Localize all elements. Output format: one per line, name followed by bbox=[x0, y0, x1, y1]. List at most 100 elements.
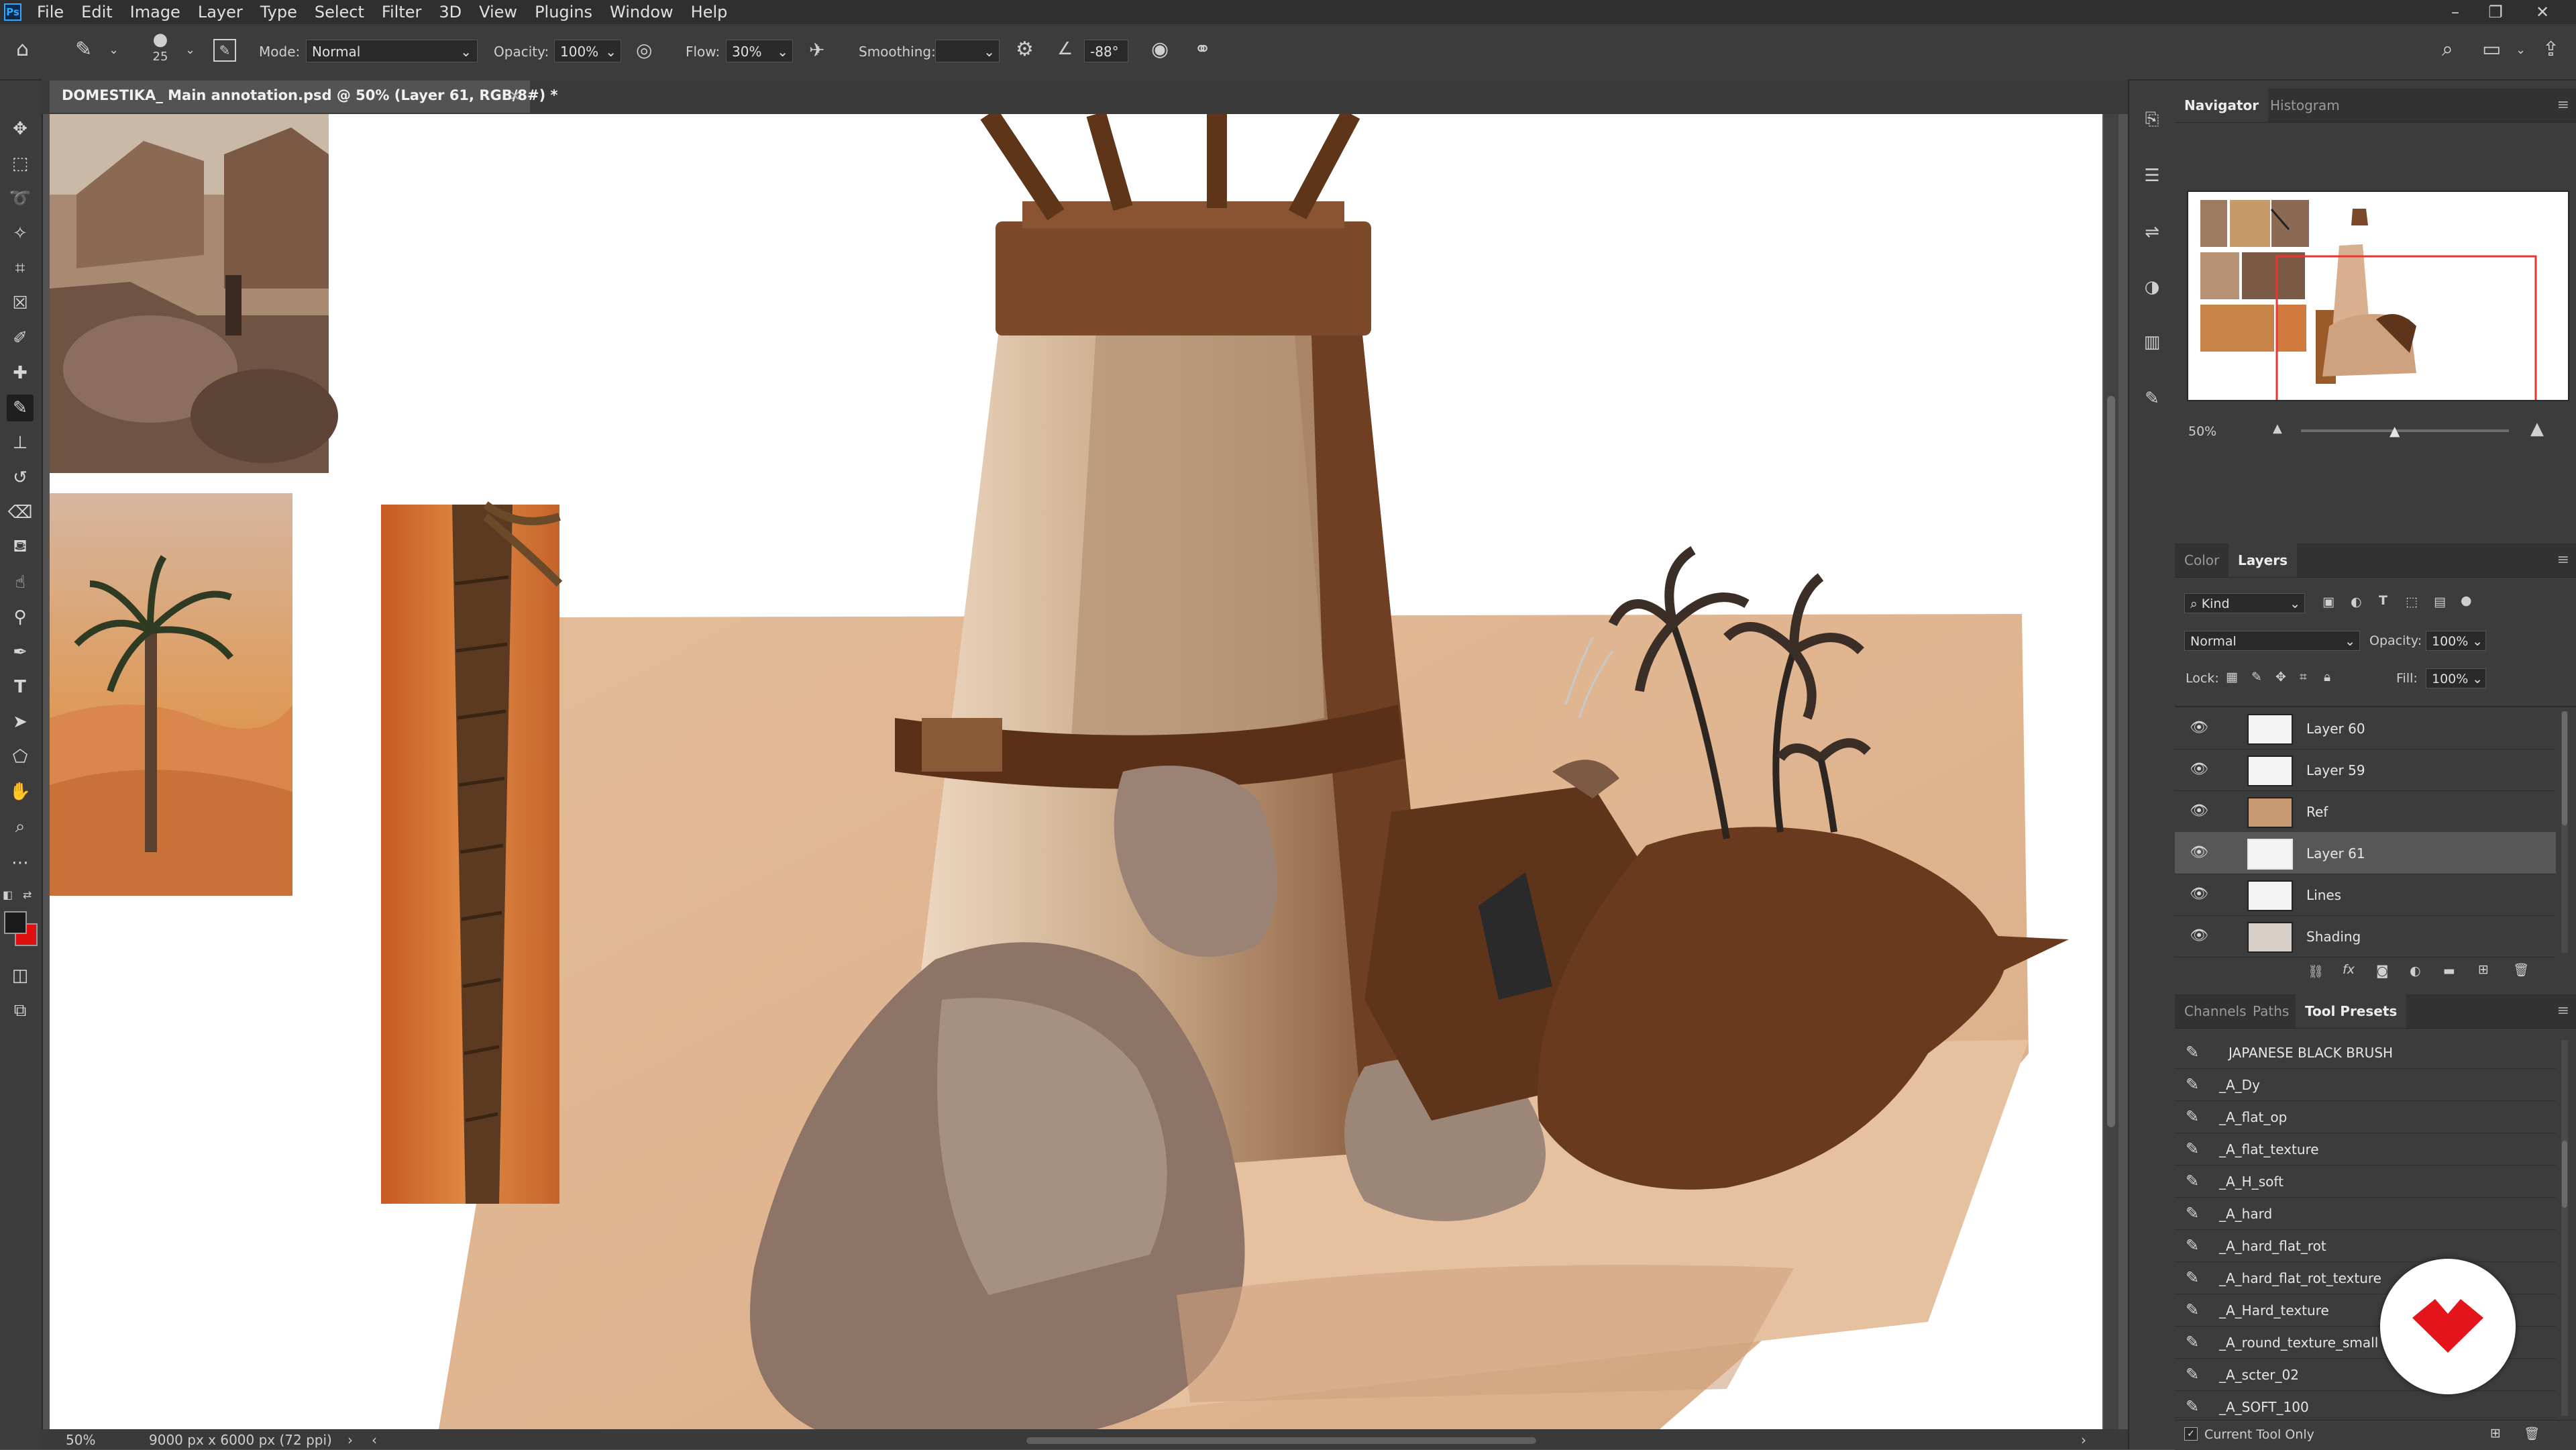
brush-settings-panel-icon[interactable]: ✎ bbox=[213, 39, 236, 62]
lock-artboard-icon[interactable]: ⌗ bbox=[2300, 670, 2307, 684]
brush-angle-input[interactable]: -88° bbox=[1084, 40, 1128, 62]
close-window-button[interactable]: ✕ bbox=[2522, 0, 2563, 24]
minimize-button[interactable]: – bbox=[2435, 0, 2475, 24]
move-tool-icon[interactable]: ✥ bbox=[7, 115, 34, 142]
tool-preset-item[interactable]: ✎ _A_hard bbox=[2175, 1197, 2556, 1230]
type-tool-icon[interactable]: T bbox=[7, 674, 34, 701]
tool-preset-item[interactable]: ✎ _A_SOFT_100 bbox=[2175, 1390, 2556, 1418]
brush-size-picker[interactable]: ● 25 bbox=[149, 30, 172, 74]
menu-filter[interactable]: Filter bbox=[373, 3, 430, 21]
zoom-out-icon[interactable]: ▲ bbox=[2273, 421, 2282, 435]
layer-opacity-input[interactable]: 100% ⌄ bbox=[2426, 631, 2486, 651]
new-layer-icon[interactable]: ⊞ bbox=[2478, 962, 2489, 977]
eraser-tool-icon[interactable]: ⌫ bbox=[7, 499, 34, 526]
opacity-input[interactable]: 100% ⌄ bbox=[554, 40, 621, 62]
visibility-eye-icon[interactable]: 👁︎ bbox=[2190, 802, 2208, 819]
tab-color[interactable]: Color bbox=[2175, 543, 2229, 577]
layer-filter-select[interactable]: ⌕ Kind ⌄ bbox=[2184, 593, 2305, 613]
shape-tool-icon[interactable]: ⬠ bbox=[7, 743, 34, 770]
layers-scroll-thumb[interactable] bbox=[2562, 711, 2567, 825]
menu-plugins[interactable]: Plugins bbox=[526, 3, 601, 21]
filter-type-icon[interactable]: T bbox=[2379, 593, 2387, 608]
layer-name[interactable]: Ref bbox=[2306, 804, 2328, 820]
reference-photo-palm-trunk[interactable] bbox=[381, 501, 563, 1204]
delete-preset-icon[interactable]: 🗑︎ bbox=[2524, 1426, 2540, 1441]
chevron-down-icon[interactable]: ⌄ bbox=[2516, 43, 2526, 57]
menu-image[interactable]: Image bbox=[121, 3, 189, 21]
lock-all-icon[interactable]: 🔒︎ bbox=[2324, 670, 2330, 684]
history-panel-icon[interactable]: ⎘ bbox=[2140, 107, 2164, 132]
lock-position-icon[interactable]: ✥ bbox=[2275, 670, 2286, 684]
horizontal-scrollbar[interactable] bbox=[356, 1433, 2100, 1447]
menu-view[interactable]: View bbox=[470, 3, 526, 21]
visibility-eye-icon[interactable]: 👁︎ bbox=[2190, 927, 2208, 944]
share-icon[interactable]: ⇪ bbox=[2542, 38, 2559, 61]
healing-brush-tool-icon[interactable]: ✚ bbox=[7, 360, 34, 386]
airbrush-icon[interactable]: ✈ bbox=[809, 39, 824, 61]
adjustment-icon[interactable]: ◐ bbox=[2410, 964, 2421, 978]
new-preset-icon[interactable]: ⊞ bbox=[2490, 1426, 2501, 1441]
tool-preset-item[interactable]: ✎ _A_hard_flat_rot bbox=[2175, 1229, 2556, 1262]
menu-help[interactable]: Help bbox=[682, 3, 737, 21]
home-icon[interactable]: ⌂ bbox=[16, 38, 29, 61]
tab-histogram[interactable]: Histogram bbox=[2261, 89, 2349, 122]
mask-icon[interactable]: ◙ bbox=[2376, 964, 2388, 978]
mode-select[interactable]: Normal ⌄ bbox=[306, 40, 478, 62]
layer-name[interactable]: Layer 59 bbox=[2306, 762, 2365, 778]
restore-button[interactable]: ❐ bbox=[2475, 0, 2516, 24]
layer-row[interactable]: 👁︎ Layer 60 bbox=[2175, 707, 2556, 749]
vertical-scroll-thumb[interactable] bbox=[2107, 396, 2115, 1127]
tool-preset-item[interactable]: ✎ _A_Dy bbox=[2175, 1068, 2556, 1101]
panel-menu-icon[interactable]: ≡ bbox=[2557, 1002, 2569, 1019]
layer-name[interactable]: Shading bbox=[2306, 929, 2361, 945]
filter-shape-icon[interactable]: ⬚ bbox=[2406, 594, 2418, 609]
document-canvas[interactable] bbox=[50, 114, 2102, 1429]
history-brush-tool-icon[interactable]: ↺ bbox=[7, 464, 34, 491]
menu-edit[interactable]: Edit bbox=[72, 3, 121, 21]
more-tools-icon[interactable]: ⋯ bbox=[7, 849, 34, 876]
brush-tool-icon[interactable]: ✎ bbox=[7, 395, 34, 421]
menu-select[interactable]: Select bbox=[306, 3, 373, 21]
color-wheel-panel-icon[interactable]: ◑ bbox=[2140, 275, 2164, 299]
zoom-tool-icon[interactable]: ⌕ bbox=[7, 813, 34, 840]
marquee-tool-icon[interactable]: ⬚ bbox=[7, 150, 34, 177]
menu-type[interactable]: Type bbox=[252, 3, 306, 21]
zoom-slider-track[interactable] bbox=[2301, 429, 2509, 432]
pressure-size-icon[interactable]: ◉ bbox=[1151, 38, 1169, 61]
dodge-tool-icon[interactable]: ⚲ bbox=[7, 604, 34, 631]
panel-menu-icon[interactable]: ≡ bbox=[2557, 97, 2569, 113]
properties-panel-icon[interactable]: ⇌ bbox=[2140, 220, 2164, 244]
visibility-eye-icon[interactable]: 👁︎ bbox=[2190, 886, 2208, 902]
link-icon[interactable]: ⛓ bbox=[2308, 964, 2324, 979]
navigator-preview[interactable] bbox=[2187, 191, 2569, 419]
tool-preset-item[interactable]: ✎ _A_flat_op bbox=[2175, 1100, 2556, 1133]
tool-preset-item[interactable]: ✎ JAPANESE BLACK BRUSH bbox=[2175, 1036, 2556, 1069]
menu-window[interactable]: Window bbox=[601, 3, 682, 21]
lasso-tool-icon[interactable]: ➰ bbox=[7, 185, 34, 212]
navigator-zoom-value[interactable]: 50% bbox=[2188, 424, 2216, 439]
reference-photo-village[interactable] bbox=[50, 114, 338, 473]
workspace-icon[interactable]: ▭ bbox=[2482, 38, 2501, 61]
tab-layers[interactable]: Layers bbox=[2229, 543, 2297, 577]
close-document-icon[interactable]: × bbox=[509, 87, 521, 103]
hand-tool-icon[interactable]: ✋ bbox=[7, 778, 34, 805]
trash-icon[interactable]: 🗑︎ bbox=[2513, 962, 2529, 978]
layer-row[interactable]: 👁︎ Layer 61 bbox=[2175, 832, 2556, 874]
brush-tool-preset-icon[interactable]: ✎ bbox=[75, 38, 92, 61]
swap-colors-icon[interactable]: ⇄ bbox=[23, 888, 32, 901]
current-tool-only-checkbox[interactable]: ✓ bbox=[2184, 1427, 2198, 1441]
pressure-opacity-icon[interactable]: ◎ bbox=[636, 39, 652, 61]
layer-row[interactable]: 👁︎ Shading bbox=[2175, 915, 2556, 957]
tool-preset-item[interactable]: ✎ _A_flat_texture bbox=[2175, 1133, 2556, 1166]
tab-tool-presets[interactable]: Tool Presets bbox=[2296, 994, 2407, 1028]
fx-icon[interactable]: fx bbox=[2343, 962, 2355, 977]
zoom-in-icon[interactable]: ▲ bbox=[2530, 419, 2544, 439]
layers-scrollbar[interactable] bbox=[2561, 711, 2568, 953]
adjustments-panel-icon[interactable]: ☰ bbox=[2140, 164, 2164, 188]
visibility-eye-icon[interactable]: 👁︎ bbox=[2190, 719, 2208, 736]
paint-bucket-tool-icon[interactable]: ⛾ bbox=[7, 534, 34, 561]
reference-photo-palm-desert[interactable] bbox=[50, 493, 292, 896]
flow-input[interactable]: 30% ⌄ bbox=[726, 40, 793, 62]
layer-name[interactable]: Layer 60 bbox=[2306, 721, 2365, 737]
tool-preset-item[interactable]: ✎ _A_H_soft bbox=[2175, 1165, 2556, 1198]
